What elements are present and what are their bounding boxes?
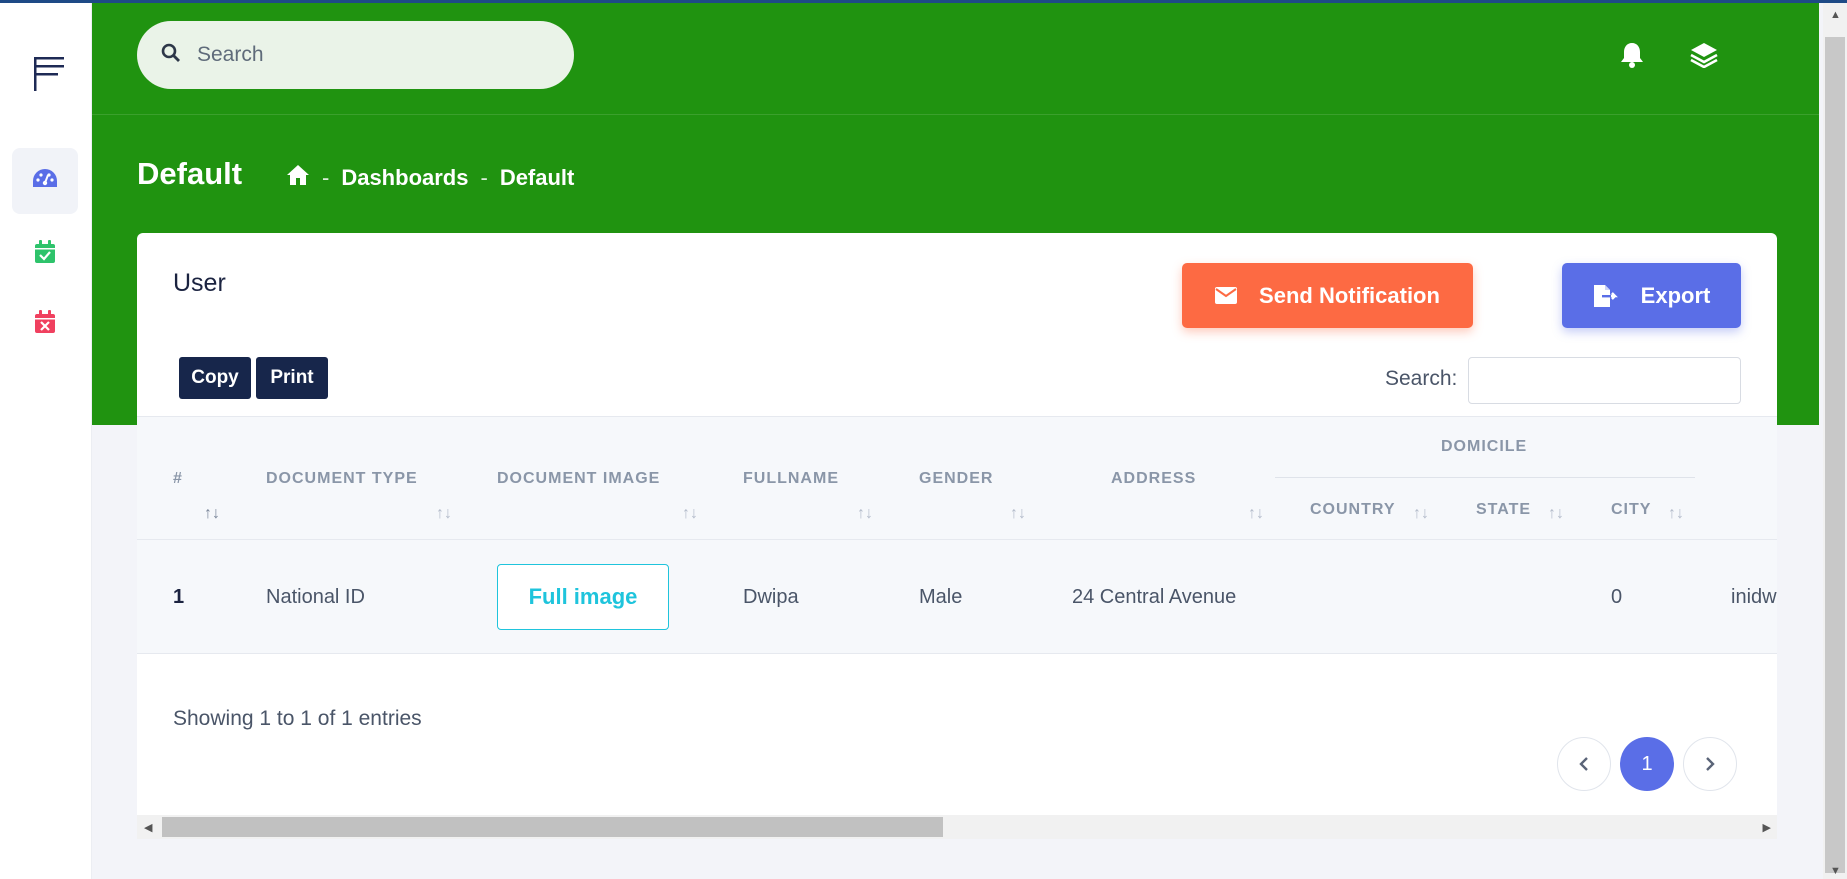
table-row: 1 National ID Full image Dwipa Male 24 C… [137,540,1777,654]
file-export-icon [1593,284,1618,307]
horizontal-scrollbar-thumb[interactable] [162,817,943,837]
sort-icon[interactable]: ↑↓ [1668,505,1684,523]
calendar-check-icon [34,239,56,269]
sort-icon[interactable]: ↑↓ [1548,505,1564,523]
chevron-left-icon [1579,757,1588,771]
envelope-icon [1215,287,1238,304]
vertical-scrollbar[interactable]: ▲ ▼ [1823,3,1847,879]
cell-overflow: inidw [1731,586,1777,608]
breadcrumb-separator: - [322,165,330,190]
column-header-fullname[interactable]: FULLNAME [743,470,839,488]
domicile-divider [1275,477,1695,478]
sort-icon[interactable]: ↑↓ [1010,505,1026,523]
search-icon [161,43,181,68]
scroll-left-arrow-icon[interactable]: ◀ [144,821,152,834]
breadcrumb-dashboards[interactable]: Dashboards [341,165,468,191]
breadcrumb: - Dashboards - Default [286,164,574,192]
cell-fullname: Dwipa [743,586,799,608]
copy-button[interactable]: Copy [179,357,251,399]
column-group-domicile: DOMICILE [1441,438,1528,455]
send-notification-label: Send Notification [1259,282,1440,308]
cell-gender: Male [919,586,963,608]
sort-icon[interactable]: ↑↓ [204,505,220,523]
sidebar-item-calendar-check[interactable] [12,221,78,287]
column-header-document-type[interactable]: DOCUMENT TYPE [266,470,418,488]
sort-icon[interactable]: ↑↓ [1413,505,1429,523]
scroll-down-arrow-icon[interactable]: ▼ [1830,865,1841,877]
table-info: Showing 1 to 1 of 1 entries [173,707,422,730]
table-search-input[interactable] [1468,357,1741,404]
cell-address: 24 Central Avenue [1072,586,1237,608]
column-header-country[interactable]: COUNTRY [1310,501,1396,519]
sidebar-item-calendar-times[interactable] [12,291,78,357]
column-header-document-image[interactable]: DOCUMENT IMAGE [497,470,660,488]
send-notification-button[interactable]: Send Notification [1182,263,1473,328]
print-button[interactable]: Print [256,357,328,399]
header-divider [92,114,1819,115]
search-placeholder: Search [197,43,264,66]
column-header-address[interactable]: ADDRESS [1111,470,1196,488]
cell-city: 0 [1611,586,1623,608]
gauge-icon [31,167,59,196]
page-title: Default [137,156,243,191]
layers-icon[interactable] [1690,42,1718,73]
export-label: Export [1640,282,1711,308]
home-icon[interactable] [286,164,310,192]
sort-icon[interactable]: ↑↓ [682,505,698,523]
column-header-number[interactable]: # [173,470,183,488]
sort-icon[interactable]: ↑↓ [436,505,452,523]
menu-icon[interactable] [34,55,64,91]
user-card: User Send Notification Export Copy Print… [137,233,1777,833]
breadcrumb-default: Default [499,165,575,190]
sort-icon[interactable]: ↑↓ [857,505,873,523]
cell-document-type: National ID [266,586,365,608]
column-header-state[interactable]: STATE [1476,501,1531,519]
scroll-up-arrow-icon[interactable]: ▲ [1830,9,1841,21]
column-header-city[interactable]: CITY [1611,501,1651,519]
breadcrumb-separator: - [480,165,488,190]
sidebar-item-dashboard[interactable] [12,148,78,214]
full-image-button[interactable]: Full image [497,564,669,630]
scroll-right-arrow-icon[interactable]: ▶ [1763,821,1771,834]
bell-icon[interactable] [1620,42,1644,73]
cell-number: 1 [173,586,185,608]
sidebar [0,3,92,879]
card-title: User [173,269,226,297]
calendar-times-icon [34,309,56,339]
pagination-previous-button[interactable] [1557,737,1611,791]
column-header-gender[interactable]: GENDER [919,470,993,488]
table-header: # ↑↓ DOCUMENT TYPE ↑↓ DOCUMENT IMAGE ↑↓ … [137,416,1777,540]
chevron-right-icon [1706,757,1715,771]
table-search-label: Search: [1385,367,1458,390]
pagination-page-button[interactable]: 1 [1620,737,1674,791]
sort-icon[interactable]: ↑↓ [1248,505,1264,523]
vertical-scrollbar-thumb[interactable] [1825,37,1845,873]
export-button[interactable]: Export [1562,263,1741,328]
horizontal-scrollbar[interactable]: ◀ ▶ [137,815,1777,839]
pagination-next-button[interactable] [1683,737,1737,791]
search-input[interactable]: Search [137,21,574,89]
